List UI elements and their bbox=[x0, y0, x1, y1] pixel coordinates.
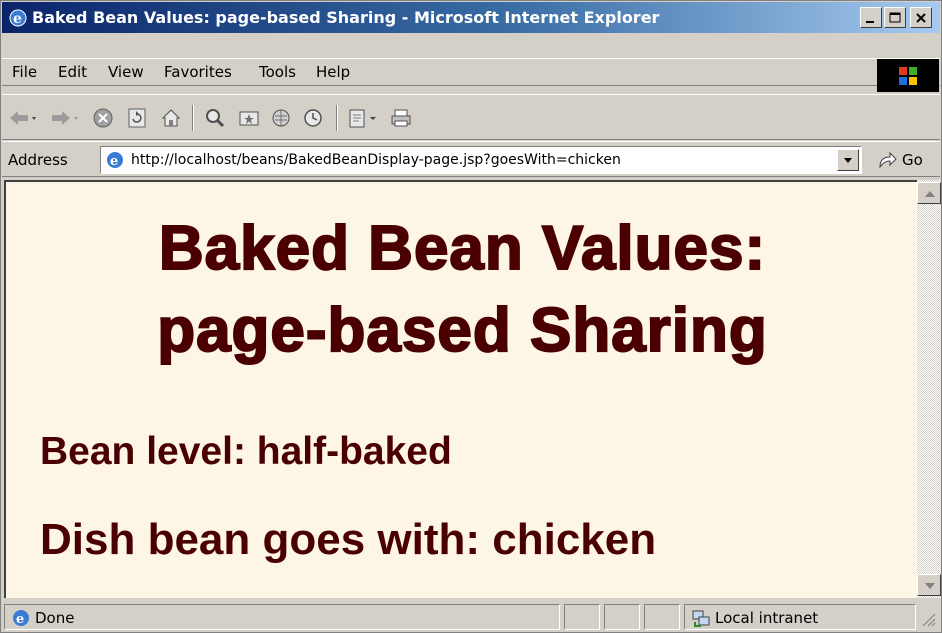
print-icon[interactable] bbox=[390, 107, 412, 129]
status-cell bbox=[564, 604, 600, 630]
favorites-icon[interactable] bbox=[238, 107, 260, 129]
address-label: Address bbox=[8, 151, 68, 169]
ie-logo-icon: e bbox=[9, 9, 27, 27]
address-dropdown-button[interactable] bbox=[837, 149, 859, 171]
status-main: e Done bbox=[4, 604, 560, 630]
status-text: Done bbox=[35, 609, 75, 627]
window-title: Baked Bean Values: page-based Sharing - … bbox=[32, 8, 660, 27]
forward-icon[interactable] bbox=[50, 107, 80, 129]
toolbar-separator bbox=[192, 105, 194, 131]
maximize-button[interactable] bbox=[884, 7, 906, 28]
go-label: Go bbox=[902, 151, 923, 169]
arrow-up-icon bbox=[925, 191, 935, 197]
intranet-icon bbox=[692, 610, 710, 627]
windows-logo-icon bbox=[877, 59, 939, 92]
arrow-down-icon bbox=[925, 583, 935, 589]
goes-with-text: Dish bean goes with: chicken bbox=[40, 515, 657, 564]
svg-text:e: e bbox=[16, 612, 24, 627]
status-cell bbox=[644, 604, 680, 630]
menu-help[interactable]: Help bbox=[316, 63, 350, 81]
vertical-scrollbar[interactable] bbox=[917, 180, 941, 598]
bean-level-text: Bean level: half-baked bbox=[40, 430, 452, 473]
edit-icon[interactable] bbox=[348, 107, 380, 129]
close-button[interactable] bbox=[910, 7, 932, 28]
menu-view[interactable]: View bbox=[108, 63, 144, 81]
svg-text:e: e bbox=[13, 11, 22, 27]
minimize-button[interactable] bbox=[860, 7, 882, 28]
go-button[interactable]: Go bbox=[874, 148, 936, 172]
address-url: http://localhost/beans/BakedBeanDisplay-… bbox=[131, 152, 621, 168]
back-icon[interactable] bbox=[8, 107, 38, 129]
menu-file[interactable]: File bbox=[12, 63, 37, 81]
page-content: Baked Bean Values: page-based Sharing Be… bbox=[4, 180, 917, 598]
browser-window: e Baked Bean Values: page-based Sharing … bbox=[0, 0, 942, 633]
resize-grip-icon[interactable] bbox=[920, 611, 936, 627]
stop-icon[interactable] bbox=[92, 107, 114, 129]
history-icon[interactable] bbox=[302, 107, 324, 129]
page-title: Baked Bean Values: page-based Sharing bbox=[6, 214, 917, 365]
page-done-icon: e bbox=[13, 610, 29, 627]
maximize-icon bbox=[889, 12, 901, 23]
toolbar-separator bbox=[336, 105, 338, 131]
media-icon[interactable] bbox=[270, 107, 292, 129]
address-input[interactable]: e http://localhost/beans/BakedBeanDispla… bbox=[100, 146, 862, 174]
title-bar[interactable]: e Baked Bean Values: page-based Sharing … bbox=[2, 2, 940, 33]
zone-panel: Local intranet bbox=[684, 604, 916, 630]
scroll-down-button[interactable] bbox=[917, 574, 941, 596]
home-icon[interactable] bbox=[160, 107, 182, 129]
menu-edit[interactable]: Edit bbox=[58, 63, 87, 81]
page-icon: e bbox=[107, 152, 123, 169]
chevron-down-icon bbox=[844, 158, 852, 163]
close-icon bbox=[916, 13, 926, 23]
search-icon[interactable] bbox=[204, 107, 226, 129]
menu-favorites[interactable]: Favorites bbox=[164, 63, 232, 81]
status-cell bbox=[604, 604, 640, 630]
go-arrow-icon bbox=[879, 151, 897, 169]
zone-text: Local intranet bbox=[715, 609, 819, 627]
refresh-icon[interactable] bbox=[126, 107, 148, 129]
address-bar: Address e http://localhost/beans/BakedBe… bbox=[2, 141, 940, 177]
menu-bar: File Edit View Favorites Tools Help bbox=[2, 58, 940, 86]
status-bar: e Done Local intranet bbox=[2, 601, 940, 632]
scroll-up-button[interactable] bbox=[917, 182, 941, 204]
toolbar bbox=[2, 94, 940, 140]
menu-tools[interactable]: Tools bbox=[259, 63, 296, 81]
minimize-icon bbox=[866, 21, 874, 23]
page-title-line-2: page-based Sharing bbox=[156, 296, 768, 365]
svg-text:e: e bbox=[110, 154, 118, 169]
page-title-line-1: Baked Bean Values: bbox=[158, 214, 767, 283]
